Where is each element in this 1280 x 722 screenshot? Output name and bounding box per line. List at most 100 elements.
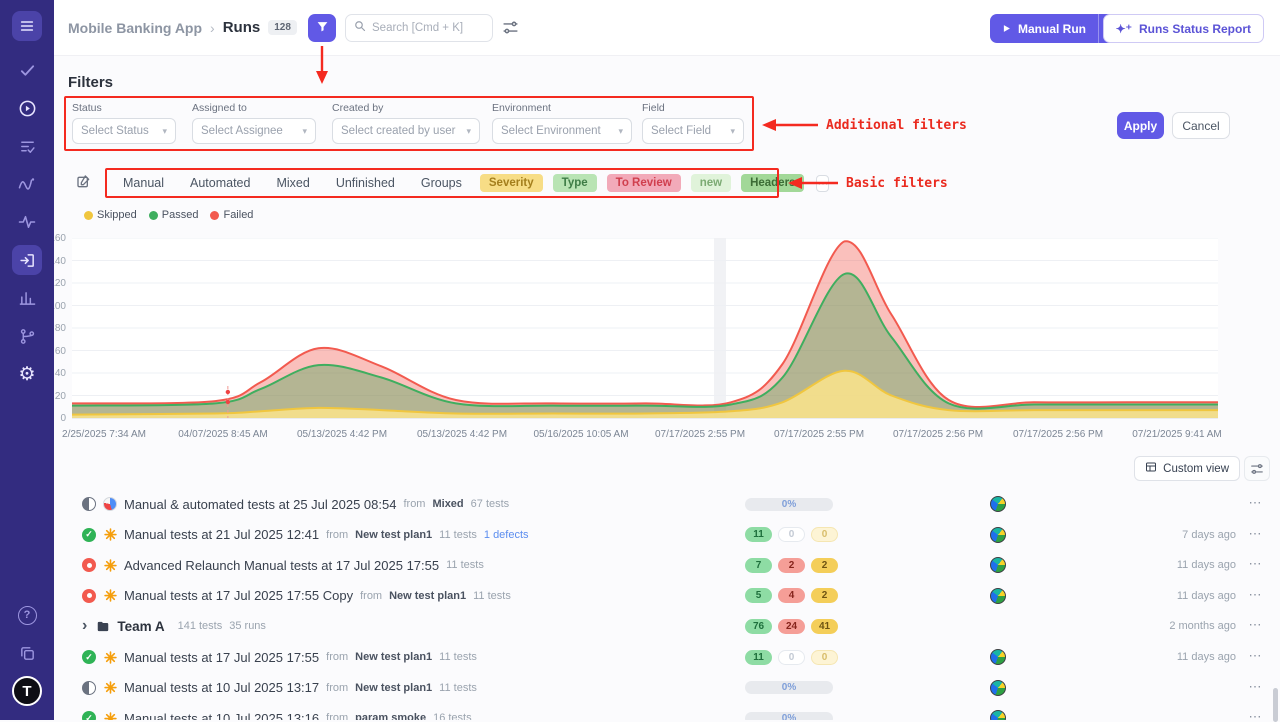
runs-list: Manual & automated tests at 25 Jul 2025 …: [54, 489, 1280, 720]
legend-dot-icon: [149, 211, 158, 220]
run-title[interactable]: Advanced Relaunch Manual tests at 17 Jul…: [124, 558, 439, 573]
run-row[interactable]: Manual tests at 17 Jul 2025 17:55 Copyfr…: [54, 581, 1280, 611]
tests-count: 11 tests: [439, 529, 477, 541]
suites-list-icon[interactable]: [12, 131, 42, 161]
legend-item-skipped: Skipped: [84, 209, 137, 221]
run-title[interactable]: Manual & automated tests at 25 Jul 2025 …: [124, 497, 396, 512]
analytics-bars-icon[interactable]: [12, 283, 42, 313]
tests-count: 67 tests: [471, 498, 510, 510]
defects-link[interactable]: 1 defects: [484, 529, 529, 541]
help-icon[interactable]: ?: [12, 600, 42, 630]
branches-icon[interactable]: [12, 321, 42, 351]
run-title[interactable]: Manual tests at 21 Jul 2025 12:41: [124, 527, 319, 542]
filter-chip-type[interactable]: Type: [553, 174, 597, 192]
run-source: param smoke: [355, 712, 426, 720]
run-title[interactable]: Manual tests at 17 Jul 2025 17:55: [124, 650, 319, 665]
environment-filter-select[interactable]: Select Environment▾: [492, 118, 632, 144]
filters-title: Filters: [68, 74, 113, 91]
apply-button[interactable]: Apply: [1117, 112, 1164, 139]
run-row[interactable]: Manual & automated tests at 25 Jul 2025 …: [54, 489, 1280, 519]
search-box[interactable]: [345, 14, 493, 42]
filter-toggle-button[interactable]: [308, 14, 336, 42]
annotation-arrow-down: [314, 46, 330, 86]
sparkles-icon: ✦⁺: [1116, 22, 1132, 36]
filter-chip-new[interactable]: new: [691, 174, 731, 192]
search-input[interactable]: [372, 22, 484, 34]
folder-icon: [96, 619, 110, 633]
run-title[interactable]: Manual tests at 10 Jul 2025 13:17: [124, 680, 319, 695]
filter-chip-severity[interactable]: Severity: [480, 174, 543, 192]
settings-gear-icon[interactable]: ⚙: [12, 359, 42, 389]
tests-count: 11 tests: [446, 559, 484, 571]
search-icon: [354, 19, 366, 37]
filter-label-status: Status: [72, 102, 176, 114]
runs-trend-chart: [72, 238, 1218, 419]
from-label: from: [326, 651, 348, 663]
row-menu-button[interactable]: ⋯: [1244, 494, 1266, 512]
progress-value: 0%: [782, 713, 796, 720]
sidebar: ⚙ ? T: [0, 0, 54, 720]
run-row[interactable]: ✓ Manual tests at 17 Jul 2025 17:55 from Ne…: [54, 642, 1280, 672]
assigned-to-filter-select[interactable]: Select Assignee▾: [192, 118, 316, 144]
runs-status-report-button[interactable]: ✦⁺ Runs Status Report: [1103, 14, 1264, 43]
annotation-additional-filters: Additional filters: [826, 118, 967, 133]
filter-tab-automated[interactable]: Automated: [182, 176, 258, 190]
tests-count: 11 tests: [473, 590, 511, 602]
group-row[interactable]: ›Team A141 tests35 runs7624412 months ag…: [54, 611, 1280, 641]
run-row[interactable]: ✓Manual tests at 10 Jul 2025 13:16frompa…: [54, 703, 1280, 720]
filter-label-field: Field: [642, 102, 744, 114]
legend-item-passed: Passed: [149, 209, 199, 221]
skipped-count-badge: 0: [811, 527, 838, 542]
row-menu-button[interactable]: ⋯: [1244, 647, 1266, 665]
filter-tab-unfinished[interactable]: Unfinished: [328, 176, 403, 190]
logo-avatar[interactable]: T: [12, 676, 42, 706]
pulse-icon[interactable]: [12, 207, 42, 237]
filter-chip-to-review[interactable]: To Review: [607, 174, 681, 192]
filter-label-created-by: Created by: [332, 102, 480, 114]
edit-view-icon[interactable]: [76, 174, 92, 195]
filter-tab-manual[interactable]: Manual: [115, 176, 172, 190]
run-row[interactable]: ✓Manual tests at 21 Jul 2025 12:41fromNe…: [54, 520, 1280, 550]
cancel-button[interactable]: Cancel: [1172, 112, 1230, 139]
run-row[interactable]: Manual tests at 10 Jul 2025 13:17fromNew…: [54, 673, 1280, 703]
trends-wave-icon[interactable]: [12, 169, 42, 199]
run-play-icon[interactable]: [12, 93, 42, 123]
status-in-progress-icon: [82, 681, 96, 695]
run-title[interactable]: Manual tests at 10 Jul 2025 13:16: [124, 711, 319, 720]
list-settings-icon[interactable]: [1244, 456, 1270, 481]
status-filter-select[interactable]: Select Status▾: [72, 118, 176, 144]
scrollbar-thumb[interactable]: [1273, 688, 1278, 722]
row-menu-button[interactable]: ⋯: [1244, 616, 1266, 634]
group-title[interactable]: Team A: [117, 619, 164, 634]
run-row[interactable]: Advanced Relaunch Manual tests at 17 Jul…: [54, 550, 1280, 580]
filter-tab-mixed[interactable]: Mixed: [268, 176, 317, 190]
row-menu-button[interactable]: ⋯: [1244, 708, 1266, 720]
x-tick-label: 05/13/2025 4:42 PM: [417, 429, 507, 440]
manual-run-button[interactable]: Manual Run: [990, 14, 1098, 43]
annotation-basic-filters: Basic filters: [846, 176, 948, 191]
status-in-progress-icon: [82, 497, 96, 511]
created-by-filter-select[interactable]: Select created by user▾: [332, 118, 480, 144]
row-menu-button[interactable]: ⋯: [1244, 586, 1266, 604]
status-failed-icon: [82, 558, 96, 572]
breadcrumb-project[interactable]: Mobile Banking App: [68, 20, 202, 36]
failed-count-badge: 4: [778, 588, 805, 603]
row-menu-button[interactable]: ⋯: [1244, 555, 1266, 573]
status-passed-icon: ✓: [82, 650, 96, 664]
run-title[interactable]: Manual tests at 17 Jul 2025 17:55 Copy: [124, 588, 353, 603]
custom-view-button[interactable]: Custom view: [1134, 456, 1240, 481]
docs-copy-icon[interactable]: [12, 638, 42, 668]
advanced-search-icon[interactable]: [502, 19, 519, 39]
skipped-count-badge: 2: [811, 558, 838, 573]
tests-check-icon[interactable]: [12, 55, 42, 85]
runs-import-icon[interactable]: [12, 245, 42, 275]
run-source: New test plan1: [355, 651, 432, 663]
row-menu-button[interactable]: ⋯: [1244, 678, 1266, 696]
filter-tab-groups[interactable]: Groups: [413, 176, 470, 190]
filter-label-assigned-to: Assigned to: [192, 102, 316, 114]
browser-icon: [990, 710, 1006, 720]
menu-icon[interactable]: [12, 11, 42, 41]
field-filter-select[interactable]: Select Field▾: [642, 118, 744, 144]
row-menu-button[interactable]: ⋯: [1244, 525, 1266, 543]
expand-chevron-icon[interactable]: ›: [82, 618, 87, 634]
